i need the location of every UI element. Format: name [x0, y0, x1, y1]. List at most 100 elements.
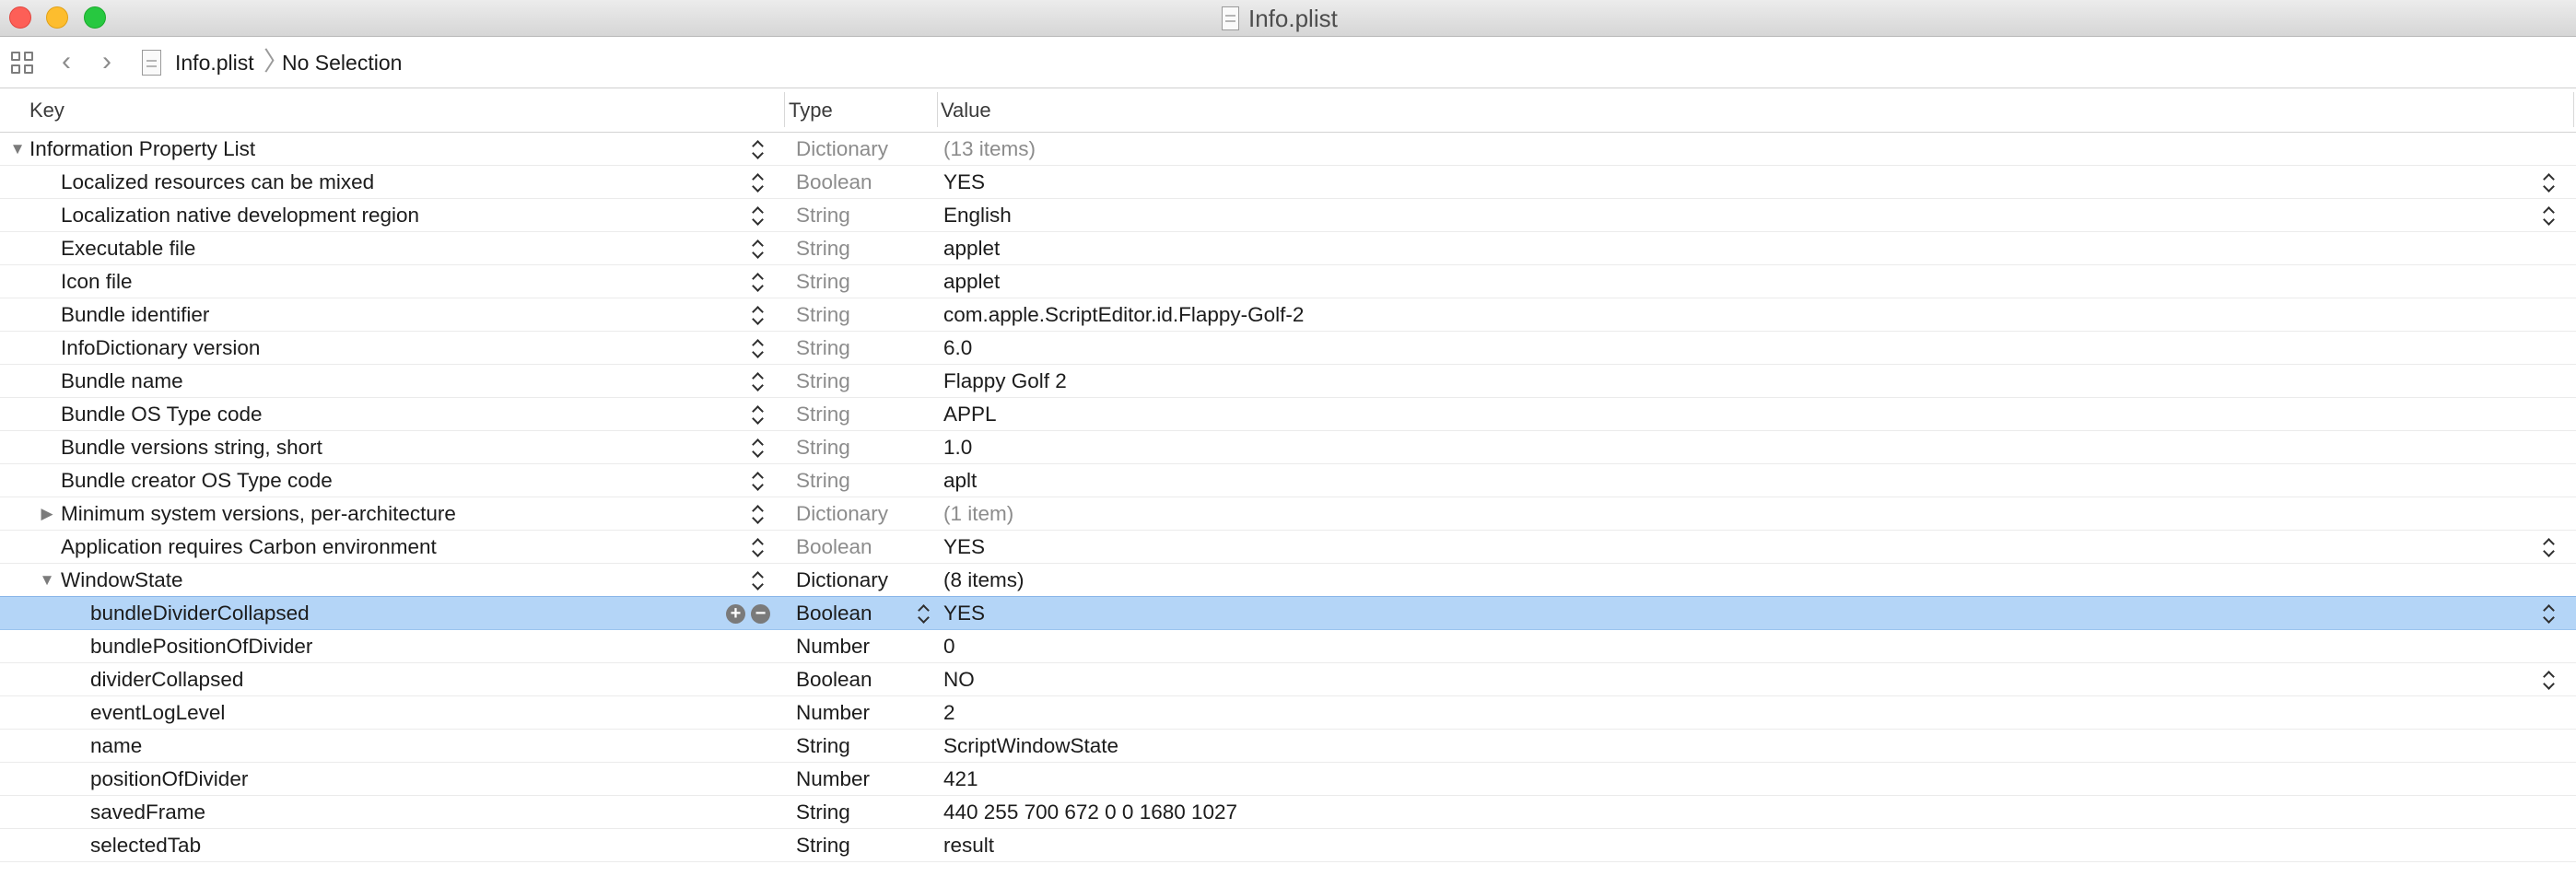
- row-type[interactable]: Boolean: [796, 531, 872, 563]
- row-key[interactable]: Localized resources can be mixed: [61, 166, 374, 198]
- row-type[interactable]: Number: [796, 763, 870, 795]
- value-stepper-icon[interactable]: [2543, 172, 2556, 193]
- table-row[interactable]: Localized resources can be mixed Boolean Y…: [0, 166, 2576, 199]
- type-stepper-icon[interactable]: [918, 603, 931, 624]
- table-row[interactable]: Application requires Carbon environment B…: [0, 531, 2576, 564]
- row-key[interactable]: positionOfDivider: [90, 763, 248, 795]
- breadcrumb-file[interactable]: Info.plist: [175, 50, 254, 76]
- disclosure-expanded-icon[interactable]: ▼: [37, 564, 57, 596]
- value-stepper-icon[interactable]: [2543, 205, 2556, 226]
- disclosure-collapsed-icon[interactable]: ▶: [37, 497, 57, 530]
- row-value[interactable]: 440 255 700 672 0 0 1680 1027: [943, 796, 1237, 828]
- row-type[interactable]: String: [796, 398, 850, 430]
- row-type[interactable]: String: [796, 365, 850, 397]
- row-value[interactable]: applet: [943, 232, 1000, 264]
- row-type[interactable]: String: [796, 199, 850, 231]
- column-header-value[interactable]: Value: [941, 98, 991, 123]
- row-key[interactable]: Executable file: [61, 232, 195, 264]
- table-row[interactable]: dividerCollapsed Boolean NO: [0, 663, 2576, 696]
- row-key[interactable]: Bundle identifier: [61, 298, 209, 331]
- row-value[interactable]: ScriptWindowState: [943, 730, 1118, 762]
- row-value[interactable]: 421: [943, 763, 978, 795]
- value-stepper-icon[interactable]: [2543, 537, 2556, 557]
- row-value[interactable]: YES: [943, 531, 985, 563]
- row-value[interactable]: (1 item): [943, 497, 1013, 530]
- row-type[interactable]: String: [796, 829, 850, 861]
- zoom-window-button[interactable]: [84, 6, 106, 29]
- row-key[interactable]: InfoDictionary version: [61, 332, 260, 364]
- table-row[interactable]: Bundle identifier String com.apple.ScriptE…: [0, 298, 2576, 332]
- key-stepper-icon[interactable]: [752, 438, 765, 458]
- add-row-button[interactable]: +: [726, 604, 745, 624]
- remove-row-button[interactable]: −: [751, 604, 770, 624]
- breadcrumb-selection[interactable]: No Selection: [282, 50, 402, 76]
- row-type[interactable]: Dictionary: [796, 133, 888, 165]
- key-stepper-icon[interactable]: [752, 537, 765, 557]
- row-key[interactable]: Localization native development region: [61, 199, 419, 231]
- row-value[interactable]: 0: [943, 630, 955, 662]
- close-window-button[interactable]: [9, 6, 31, 29]
- row-type[interactable]: Dictionary: [796, 497, 888, 530]
- table-row[interactable]: Executable file String applet: [0, 232, 2576, 265]
- row-type[interactable]: String: [796, 730, 850, 762]
- key-stepper-icon[interactable]: [752, 272, 765, 292]
- row-type[interactable]: Dictionary: [796, 564, 888, 596]
- table-row[interactable]: Bundle name String Flappy Golf 2: [0, 365, 2576, 398]
- row-value[interactable]: 2: [943, 696, 955, 729]
- row-key[interactable]: selectedTab: [90, 829, 201, 861]
- row-value[interactable]: (13 items): [943, 133, 1036, 165]
- key-stepper-icon[interactable]: [752, 371, 765, 391]
- disclosure-expanded-icon[interactable]: ▼: [7, 133, 28, 165]
- column-divider[interactable]: [937, 92, 938, 127]
- row-key[interactable]: Bundle versions string, short: [61, 431, 322, 463]
- row-value[interactable]: applet: [943, 265, 1000, 298]
- key-stepper-icon[interactable]: [752, 205, 765, 226]
- row-value[interactable]: aplt: [943, 464, 977, 497]
- row-type[interactable]: String: [796, 464, 850, 497]
- table-row[interactable]: savedFrame String 440 255 700 672 0 0 1680…: [0, 796, 2576, 829]
- key-stepper-icon[interactable]: [752, 172, 765, 193]
- minimize-window-button[interactable]: [46, 6, 68, 29]
- row-key[interactable]: Bundle OS Type code: [61, 398, 263, 430]
- row-type[interactable]: String: [796, 431, 850, 463]
- row-key[interactable]: name: [90, 730, 142, 762]
- column-divider[interactable]: [784, 92, 785, 127]
- value-stepper-icon[interactable]: [2543, 603, 2556, 624]
- row-key[interactable]: savedFrame: [90, 796, 205, 828]
- row-value[interactable]: result: [943, 829, 994, 861]
- row-key[interactable]: WindowState: [61, 564, 183, 596]
- key-stepper-icon[interactable]: [752, 570, 765, 590]
- key-stepper-icon[interactable]: [752, 504, 765, 524]
- row-type[interactable]: String: [796, 332, 850, 364]
- row-type[interactable]: Boolean: [796, 166, 872, 198]
- row-value[interactable]: APPL: [943, 398, 997, 430]
- table-row[interactable]: bundlePositionOfDivider Number 0: [0, 630, 2576, 663]
- row-type[interactable]: String: [796, 232, 850, 264]
- key-stepper-icon[interactable]: [752, 139, 765, 159]
- key-stepper-icon[interactable]: [752, 404, 765, 425]
- row-key[interactable]: bundlePositionOfDivider: [90, 630, 312, 662]
- table-row[interactable]: bundleDividerCollapsed + − Boolean YES: [0, 596, 2576, 630]
- column-divider[interactable]: [2573, 92, 2574, 127]
- row-value[interactable]: NO: [943, 663, 975, 695]
- row-type[interactable]: Boolean: [796, 597, 872, 629]
- table-row[interactable]: ▼ Information Property List Dictionary (13 …: [0, 133, 2576, 166]
- column-header-key[interactable]: Key: [29, 98, 64, 123]
- row-key[interactable]: Minimum system versions, per-architectur…: [61, 497, 456, 530]
- key-stepper-icon[interactable]: [752, 471, 765, 491]
- column-header-type[interactable]: Type: [789, 98, 833, 123]
- table-row[interactable]: positionOfDivider Number 421: [0, 763, 2576, 796]
- row-key[interactable]: eventLogLevel: [90, 696, 225, 729]
- row-key[interactable]: Application requires Carbon environment: [61, 531, 437, 563]
- table-row[interactable]: Bundle OS Type code String APPL: [0, 398, 2576, 431]
- table-row[interactable]: name String ScriptWindowState: [0, 730, 2576, 763]
- table-row[interactable]: Icon file String applet: [0, 265, 2576, 298]
- table-row[interactable]: eventLogLevel Number 2: [0, 696, 2576, 730]
- row-value[interactable]: 1.0: [943, 431, 972, 463]
- row-value[interactable]: Flappy Golf 2: [943, 365, 1067, 397]
- row-type[interactable]: String: [796, 796, 850, 828]
- row-type[interactable]: String: [796, 265, 850, 298]
- chevron-left-icon[interactable]: ‹: [57, 48, 76, 76]
- row-type[interactable]: Boolean: [796, 663, 872, 695]
- key-stepper-icon[interactable]: [752, 305, 765, 325]
